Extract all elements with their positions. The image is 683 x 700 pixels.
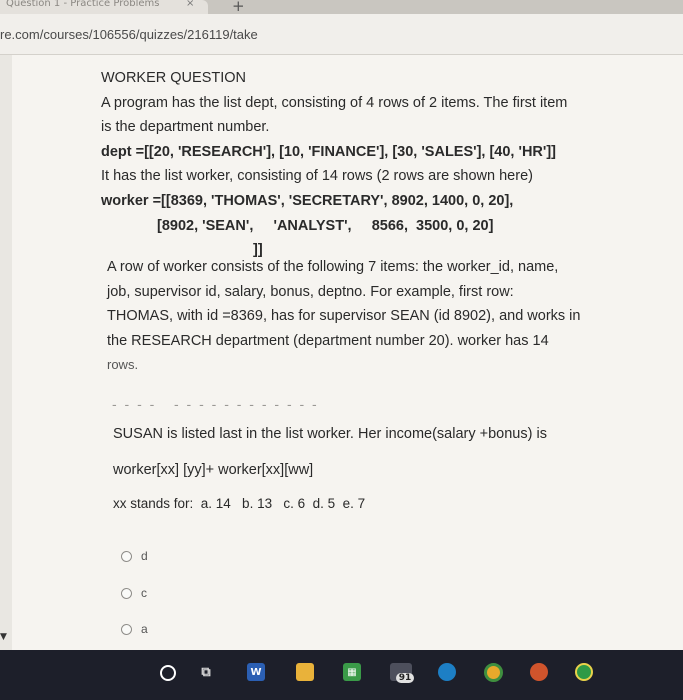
task-view-icon[interactable]: ⧉ bbox=[197, 663, 215, 681]
desc-line-2: job, supervisor id, salary, bonus, deptn… bbox=[107, 283, 514, 300]
search-icon[interactable] bbox=[160, 665, 176, 681]
edge-icon[interactable] bbox=[438, 663, 456, 681]
dept-list: dept =[[20, 'RESEARCH'], [10, 'FINANCE']… bbox=[101, 143, 556, 160]
tab-strip: Question 1 - Practice Problems × + bbox=[0, 0, 683, 15]
scroll-arrow-icon[interactable]: ▼ bbox=[0, 632, 7, 642]
intro-line-2: is the department number. bbox=[101, 119, 270, 136]
browser-tab[interactable]: Question 1 - Practice Problems × bbox=[0, 0, 208, 14]
worker-intro: It has the list worker, consisting of 14… bbox=[101, 168, 533, 185]
mail-icon[interactable]: 91 bbox=[390, 663, 415, 683]
option-label: a bbox=[141, 622, 148, 636]
question-text: WORKER QUESTION A program has the list d… bbox=[101, 66, 621, 263]
taskbar: ⧉ W ▦ 91 bbox=[0, 650, 683, 700]
word-icon[interactable]: W bbox=[247, 663, 265, 681]
store-icon[interactable]: ▦ bbox=[343, 663, 361, 681]
url-text[interactable]: re.com/courses/106556/quizzes/216119/tak… bbox=[0, 27, 258, 42]
close-icon[interactable]: × bbox=[186, 0, 194, 9]
tab-title: Question 1 - Practice Problems bbox=[6, 0, 160, 9]
notification-badge: 91 bbox=[395, 673, 415, 683]
separator-dashes: - - - - - - - - - - - - - - - - bbox=[112, 396, 319, 412]
left-gutter bbox=[0, 55, 12, 650]
radio-button[interactable] bbox=[121, 587, 132, 599]
address-bar[interactable]: re.com/courses/106556/quizzes/216119/tak… bbox=[0, 14, 683, 55]
radio-button[interactable] bbox=[121, 550, 132, 562]
question-heading: WORKER QUESTION bbox=[101, 70, 247, 86]
answer-option-c[interactable]: c bbox=[121, 586, 147, 600]
option-label: d bbox=[141, 549, 148, 563]
worker-list-row-1: worker =[[8369, 'THOMAS', 'SECRETARY', 8… bbox=[101, 192, 514, 209]
answer-option-a[interactable]: a bbox=[121, 622, 148, 636]
desc-line-1: A row of worker consists of the followin… bbox=[107, 259, 559, 275]
chrome-icon[interactable] bbox=[484, 663, 503, 682]
browser-profile-icon[interactable] bbox=[575, 663, 593, 681]
firefox-icon[interactable] bbox=[530, 663, 548, 681]
desc-line-4: the RESEARCH department (department numb… bbox=[107, 332, 549, 349]
formula-line: worker[xx] [yy]+ worker[xx][ww] bbox=[113, 462, 314, 478]
worker-description: A row of worker consists of the followin… bbox=[107, 255, 607, 378]
new-tab-button[interactable]: + bbox=[232, 0, 245, 15]
radio-button[interactable] bbox=[121, 623, 132, 635]
file-explorer-icon[interactable] bbox=[296, 663, 314, 681]
answer-option-d[interactable]: d bbox=[121, 549, 148, 563]
intro-line-1: A program has the list dept, consisting … bbox=[101, 94, 568, 111]
desc-line-5: rows. bbox=[107, 357, 139, 373]
susan-line: SUSAN is listed last in the list worker.… bbox=[113, 426, 547, 442]
desc-line-3: THOMAS, with id =8369, has for superviso… bbox=[107, 308, 581, 325]
worker-list-row-2: [8902, 'SEAN', 'ANALYST', 8566, 3500, 0,… bbox=[157, 217, 494, 234]
option-label: c bbox=[141, 586, 147, 600]
xx-choices-line: xx stands for: a. 14 b. 13 c. 6 d. 5 e. … bbox=[113, 496, 366, 511]
